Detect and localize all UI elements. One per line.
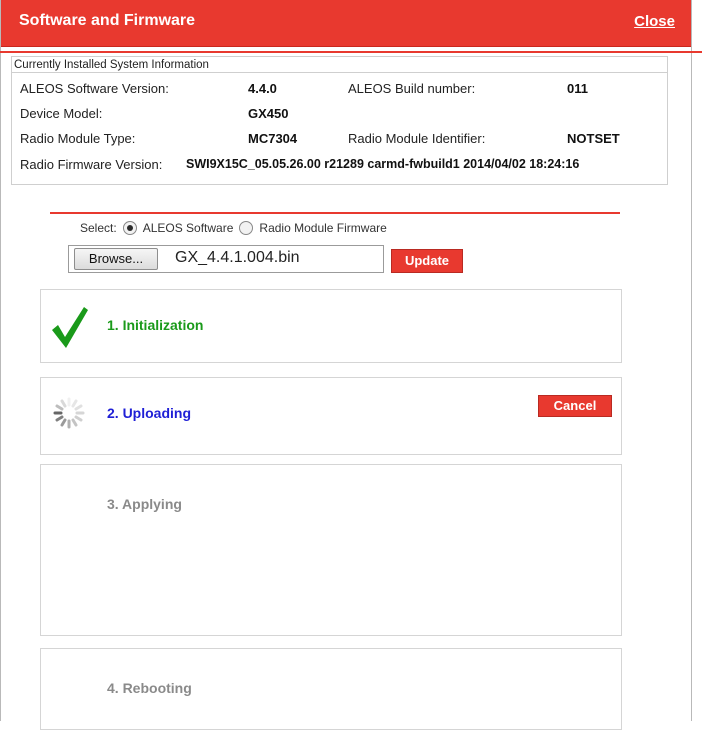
step-uploading: 2. Uploading Cancel [40,377,622,455]
system-info-header: Currently Installed System Information [14,59,209,71]
close-link[interactable]: Close [634,13,675,30]
software-version-label: ALEOS Software Version: [20,81,169,96]
build-number-label: ALEOS Build number: [348,81,476,96]
divider [12,72,667,73]
file-input[interactable]: Browse... GX_4.4.1.004.bin [68,245,384,273]
radio-module-type-label: Radio Module Type: [20,131,136,146]
radio-aleos-software-label: ALEOS Software [142,221,234,235]
step-applying: 3. Applying [40,464,622,636]
radio-aleos-software[interactable] [122,221,137,235]
step-4-label: 4. Rebooting [107,680,192,696]
section-accent-line [50,212,620,214]
step-3-label: 3. Applying [107,496,182,512]
checkmark-icon [52,307,88,348]
file-name: GX_4.4.1.004.bin [175,249,300,266]
step-2-label: 2. Uploading [107,405,191,421]
step-initialization: 1. Initialization [40,289,622,363]
radio-module-firmware[interactable] [239,221,254,235]
device-model-label: Device Model: [20,106,103,121]
select-label: Select: [80,221,117,235]
browse-button[interactable]: Browse... [74,248,158,270]
update-button[interactable]: Update [391,249,463,273]
build-number-value: 011 [567,81,588,96]
cancel-button[interactable]: Cancel [538,395,612,417]
step-1-label: 1. Initialization [107,317,204,333]
device-model-value: GX450 [248,106,289,121]
radio-module-type-value: MC7304 [248,131,298,146]
title-bar: Software and Firmware Close [1,0,691,47]
header-accent-line [0,51,702,53]
radio-firmware-label: Radio Firmware Version: [20,157,163,172]
firmware-type-selector: Select: ALEOS Software Radio Module Firm… [80,221,387,235]
system-info-panel: Currently Installed System Information A… [11,56,668,185]
step-rebooting: 4. Rebooting [40,648,622,730]
radio-module-identifier-value: NOTSET [567,131,620,146]
radio-module-firmware-label: Radio Module Firmware [259,221,387,235]
software-version-value: 4.4.0 [248,81,277,96]
radio-firmware-value: SWI9X15C_05.05.26.00 r21289 carmd-fwbuil… [186,157,580,171]
spinner-icon [53,397,85,429]
dialog-title: Software and Firmware [19,12,196,29]
radio-module-identifier-label: Radio Module Identifier: [348,131,486,146]
